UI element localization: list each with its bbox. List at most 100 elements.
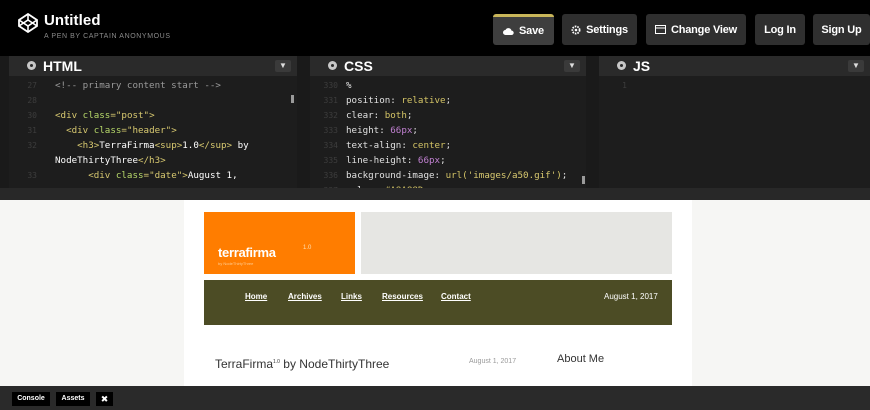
html-token: <div <box>55 110 83 121</box>
css-token: background-image: <box>346 170 446 181</box>
pen-title[interactable]: Untitled <box>44 12 101 29</box>
css-code-area[interactable]: 330% 331 position: relative; 332 clear: both… <box>310 76 586 198</box>
html-scroll-thumb[interactable] <box>291 95 294 103</box>
html-code-line[interactable]: 27 <!-- primary content start --> <box>9 78 297 93</box>
html-code-line[interactable]: NodeThirtyThree</h3> <box>9 153 297 168</box>
post-title-main: TerraFirma <box>215 357 274 371</box>
html-token: > <box>149 110 155 121</box>
html-line-text: <!-- primary content start --> <box>55 78 221 93</box>
html-code-line[interactable]: 33 <div class="date">August 1, <box>9 168 297 183</box>
header-banner <box>361 212 672 274</box>
html-line-text: <h3>TerraFirma<sup>1.0</sup> by <box>55 138 249 153</box>
html-code-line[interactable]: 31 <div class="header"> <box>9 123 297 138</box>
nav-resources[interactable]: Resources <box>382 292 423 301</box>
html-token: class <box>115 170 144 181</box>
html-token: "header" <box>126 125 172 136</box>
html-token: </h3> <box>137 155 166 166</box>
html-pane-header: HTML ▼ <box>9 56 297 76</box>
css-line-text: position: relative; <box>346 93 451 108</box>
close-icon[interactable]: ✖ <box>96 392 113 406</box>
editor-area: HTML ▼ 27 <!-- primary content start --> 2… <box>0 56 870 196</box>
css-line-number: 333 <box>323 126 338 135</box>
css-editor-pane[interactable]: CSS ▼ 330% 331 position: relative; 332 clear… <box>310 56 586 196</box>
html-token: NodeThirtyThree <box>55 155 138 166</box>
html-line-number: 30 <box>27 111 37 120</box>
resize-handle[interactable] <box>0 188 870 200</box>
css-line-number: 330 <box>323 81 338 90</box>
css-collapse-chevron-icon[interactable]: ▼ <box>564 60 580 72</box>
html-editor-pane[interactable]: HTML ▼ 27 <!-- primary content start --> 2… <box>9 56 297 188</box>
html-token: > <box>171 125 177 136</box>
html-token: <div <box>55 170 116 181</box>
html-token: "date" <box>149 170 183 181</box>
css-code-line[interactable]: 330% <box>310 78 586 93</box>
html-token: class <box>93 125 122 136</box>
js-editor-pane[interactable]: JS ▼ 1 <box>599 56 870 188</box>
js-pane-header: JS ▼ <box>599 56 870 76</box>
html-token: by <box>232 140 249 151</box>
html-token: "post" <box>115 110 150 121</box>
cloud-icon <box>503 27 514 35</box>
css-line-text: height: 66px; <box>346 123 418 138</box>
layout-icon <box>654 25 666 34</box>
sidebar-about-me-heading: About Me <box>557 353 605 365</box>
css-token: 66px <box>390 125 413 136</box>
html-line-number: 31 <box>27 126 37 135</box>
css-code-line[interactable]: 336 background-image: url('images/a50.gif… <box>310 168 586 183</box>
html-collapse-chevron-icon[interactable]: ▼ <box>275 60 291 72</box>
nav-home[interactable]: Home <box>245 292 267 301</box>
css-token: ; <box>406 110 413 121</box>
css-scroll-thumb[interactable] <box>582 176 585 184</box>
css-token: ; <box>412 125 418 136</box>
top-header: Untitled A PEN BY CAPTAIN ANONYMOUS Save… <box>0 0 870 56</box>
html-settings-icon[interactable] <box>27 61 36 70</box>
html-token: 1.0 <box>182 140 199 151</box>
assets-button[interactable]: Assets <box>56 392 90 406</box>
html-code-line[interactable]: 32 <h3>TerraFirma<sup>1.0</sup> by <box>9 138 297 153</box>
js-collapse-chevron-icon[interactable]: ▼ <box>848 60 864 72</box>
html-token: <h3> <box>55 140 100 151</box>
nav-links[interactable]: Links <box>341 292 362 301</box>
html-token: <div <box>55 125 94 136</box>
html-code-line[interactable]: 30 <div class="post"> <box>9 108 297 123</box>
js-code-area[interactable]: 1 <box>599 76 870 93</box>
css-token: clear: <box>346 110 385 121</box>
css-token: relative <box>401 95 446 106</box>
css-token: ; <box>445 95 452 106</box>
css-token: text-align: <box>346 140 413 151</box>
css-code-line[interactable]: 333 height: 66px; <box>310 123 586 138</box>
html-line-number: 28 <box>27 96 37 105</box>
css-settings-icon[interactable] <box>328 61 337 70</box>
css-token: center <box>412 140 446 151</box>
css-line-number: 336 <box>323 171 338 180</box>
settings-button[interactable]: Settings <box>562 14 637 45</box>
change-view-button[interactable]: Change View <box>646 14 746 45</box>
site-logo-text[interactable]: terrafirma <box>218 245 276 260</box>
css-code-line[interactable]: 334 text-align: center; <box>310 138 586 153</box>
css-code-line[interactable]: 332 clear: both; <box>310 108 586 123</box>
css-token: line-height: <box>346 155 418 166</box>
css-line-number: 334 <box>323 141 338 150</box>
html-line-text: NodeThirtyThree</h3> <box>55 153 166 168</box>
css-pane-header: CSS ▼ <box>310 56 586 76</box>
html-code-area[interactable]: 27 <!-- primary content start --> 28 30 <div… <box>9 76 297 183</box>
site-navbar: Home Archives Links Resources Contact Au… <box>204 280 672 325</box>
css-line-number: 331 <box>323 96 338 105</box>
js-settings-icon[interactable] <box>617 61 626 70</box>
signup-button[interactable]: Sign Up <box>813 14 870 45</box>
html-token: <!-- primary content start --> <box>55 80 221 91</box>
login-button[interactable]: Log In <box>755 14 805 45</box>
html-code-line[interactable]: 28 <box>9 93 297 108</box>
nav-archives[interactable]: Archives <box>288 292 322 301</box>
save-button[interactable]: Save <box>493 14 554 45</box>
nav-contact[interactable]: Contact <box>441 292 471 301</box>
gear-icon <box>571 25 581 34</box>
html-line-text: <div class="post"> <box>55 108 155 123</box>
css-code-line[interactable]: 335 line-height: 66px; <box>310 153 586 168</box>
css-pane-title: CSS <box>344 58 373 74</box>
codepen-logo-icon[interactable] <box>18 13 38 33</box>
html-line-text: <div class="header"> <box>55 123 177 138</box>
css-code-line[interactable]: 331 position: relative; <box>310 93 586 108</box>
console-button[interactable]: Console <box>12 392 50 406</box>
js-code-line[interactable]: 1 <box>599 78 870 93</box>
